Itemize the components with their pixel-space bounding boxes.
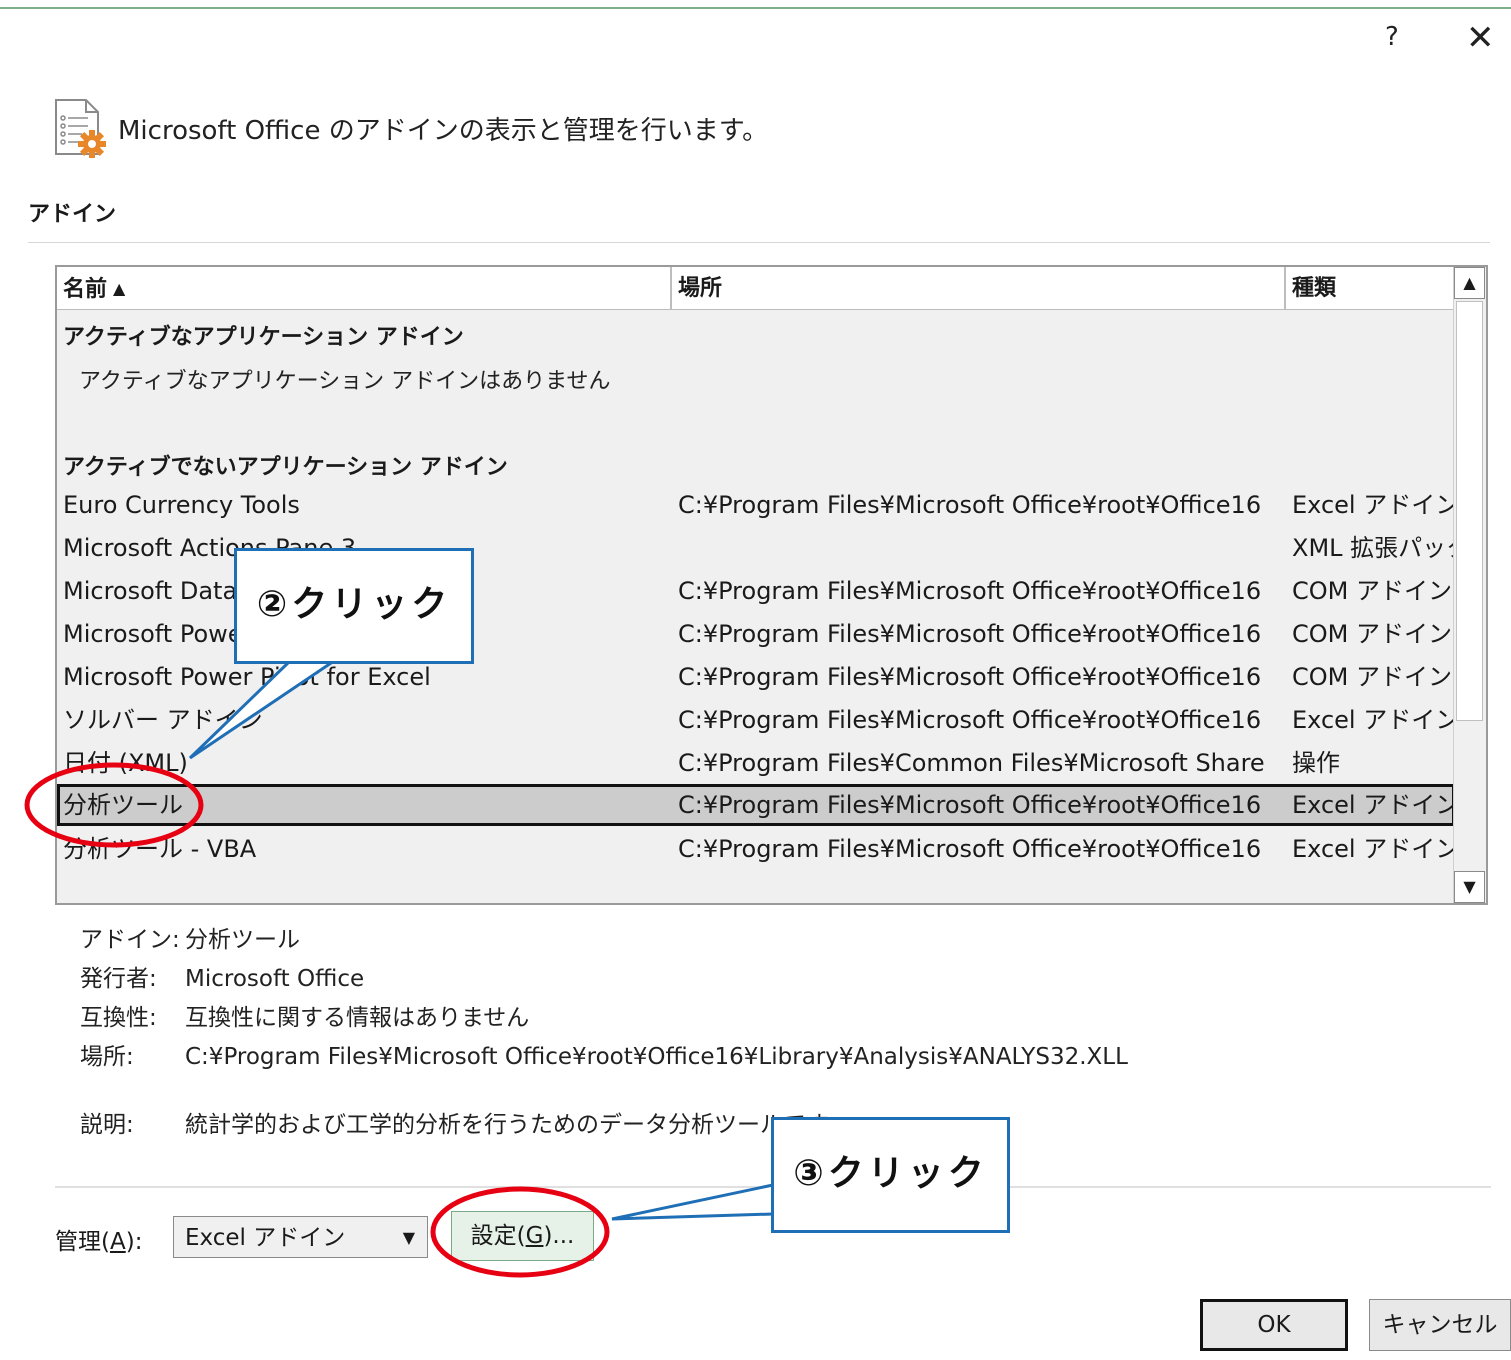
detail-label: 発行者: <box>80 966 157 992</box>
addin-name: Euro Currency Tools <box>63 491 300 519</box>
addin-location: C:¥Program Files¥Common Files¥Microsoft … <box>678 749 1265 777</box>
addin-name: 分析ツール - VBA <box>63 835 257 863</box>
callout-step-2: ②クリック <box>234 548 474 664</box>
addin-type: XML 拡張パック <box>1292 534 1471 562</box>
dialog-description: Microsoft Office のアドインの表示と管理を行います。 <box>118 116 769 146</box>
manage-label-suffix: ): <box>125 1229 143 1255</box>
addin-name: 分析ツール <box>63 791 183 819</box>
column-header-name[interactable]: 名前 ▲ <box>57 267 672 309</box>
detail-value: Microsoft Office <box>185 966 365 992</box>
addin-type: 操作 <box>1292 749 1340 777</box>
list-item[interactable]: ソルバー アドイン C:¥Program Files¥Microsoft Offi… <box>57 699 1459 741</box>
addin-location: C:¥Program Files¥Microsoft Office¥root¥O… <box>678 620 1262 648</box>
detail-label: 場所: <box>80 1044 134 1070</box>
detail-publisher: 発行者: Microsoft Office <box>80 959 364 993</box>
addin-location: C:¥Program Files¥Microsoft Office¥root¥O… <box>678 706 1262 734</box>
detail-location: 場所: C:¥Program Files¥Microsoft Office¥roo… <box>80 1037 1128 1071</box>
detail-label: 互換性: <box>80 1005 157 1031</box>
manage-label-accesskey: A <box>109 1229 126 1255</box>
sort-ascending-icon: ▲ <box>113 279 126 298</box>
go-label-prefix: 設定( <box>470 1223 526 1249</box>
list-item[interactable]: Euro Currency Tools C:¥Program Files¥Micr… <box>57 484 1459 526</box>
manage-label-prefix: 管理( <box>55 1229 110 1255</box>
addin-name: ソルバー アドイン <box>63 706 263 734</box>
callout-3-pointer <box>611 1183 775 1221</box>
addin-document-gear-icon <box>55 99 106 158</box>
list-item-selected[interactable]: 分析ツール C:¥Program Files¥Microsoft Office¥r… <box>57 784 1459 826</box>
scroll-thumb[interactable] <box>1456 301 1483 721</box>
addin-type: COM アドイン <box>1292 663 1452 691</box>
go-label-accesskey: G <box>525 1223 544 1249</box>
list-item[interactable]: 日付 (XML) C:¥Program Files¥Common Files¥Mi… <box>57 742 1455 784</box>
window-top-border <box>0 7 1511 9</box>
manage-dropdown[interactable]: Excel アドイン ▼ <box>173 1216 428 1258</box>
group-inactive-addins: アクティブでないアプリケーション アドイン <box>63 455 508 480</box>
addin-type: Excel アドイン <box>1292 706 1460 734</box>
go-label-suffix: )... <box>543 1223 575 1249</box>
active-empty-note: アクティブなアプリケーション アドインはありません <box>79 369 611 394</box>
go-button[interactable]: 設定(G)... <box>451 1211 594 1261</box>
callout-step-3: ③クリック <box>771 1117 1010 1233</box>
detail-description: 説明: 統計学的および工学的分析を行うためのデータ分析ツールです <box>80 1105 829 1139</box>
detail-label: 説明: <box>80 1112 134 1138</box>
addin-location: C:¥Program Files¥Microsoft Office¥root¥O… <box>678 835 1262 863</box>
addin-type: Excel アドイン <box>1292 835 1460 863</box>
list-scrollbar[interactable]: ▲ ▼ <box>1453 267 1486 903</box>
help-button[interactable]: ? <box>1385 22 1399 52</box>
section-divider <box>28 242 1490 243</box>
section-label-addins: アドイン <box>28 202 117 227</box>
column-header-location[interactable]: 場所 <box>672 267 1286 309</box>
detail-value: 統計学的および工学的分析を行うためのデータ分析ツールです <box>185 1112 829 1138</box>
detail-value: 分析ツール <box>185 927 300 953</box>
detail-value: 互換性に関する情報はありません <box>185 1005 530 1031</box>
cancel-button[interactable]: キャンセル <box>1369 1299 1511 1351</box>
ok-button[interactable]: OK <box>1200 1299 1348 1351</box>
addin-type: Excel アドイン <box>1292 491 1460 519</box>
manage-label: 管理(A): <box>55 1222 142 1256</box>
list-item[interactable]: 分析ツール - VBA C:¥Program Files¥Microsoft Of… <box>57 828 1459 870</box>
column-header-name-label: 名前 <box>63 277 108 302</box>
addin-location: C:¥Program Files¥Microsoft Office¥root¥O… <box>678 491 1262 519</box>
group-active-addins: アクティブなアプリケーション アドイン <box>63 325 464 350</box>
detail-label: アドイン: <box>80 927 180 953</box>
addin-type: COM アドイン <box>1292 620 1452 648</box>
manage-dropdown-value: Excel アドイン <box>185 1225 346 1251</box>
scroll-up-icon[interactable]: ▲ <box>1454 267 1485 299</box>
addin-location: C:¥Program Files¥Microsoft Office¥root¥O… <box>678 663 1262 691</box>
chevron-down-icon: ▼ <box>402 1228 415 1247</box>
close-button[interactable]: ✕ <box>1466 18 1495 58</box>
addin-name: 日付 (XML) <box>63 749 188 777</box>
detail-value: C:¥Program Files¥Microsoft Office¥root¥O… <box>185 1044 1128 1070</box>
addin-type: COM アドイン <box>1292 577 1452 605</box>
addin-type: Excel アドイン <box>1292 791 1460 819</box>
detail-addin: アドイン: 分析ツール <box>80 920 300 954</box>
addin-location: C:¥Program Files¥Microsoft Office¥root¥O… <box>678 791 1262 819</box>
detail-compatibility: 互換性: 互換性に関する情報はありません <box>80 998 529 1032</box>
list-header: 名前 ▲ 場所 種類 <box>57 267 1455 310</box>
scroll-down-icon[interactable]: ▼ <box>1454 871 1485 903</box>
column-header-type[interactable]: 種類 <box>1286 267 1455 309</box>
addin-location: C:¥Program Files¥Microsoft Office¥root¥O… <box>678 577 1262 605</box>
